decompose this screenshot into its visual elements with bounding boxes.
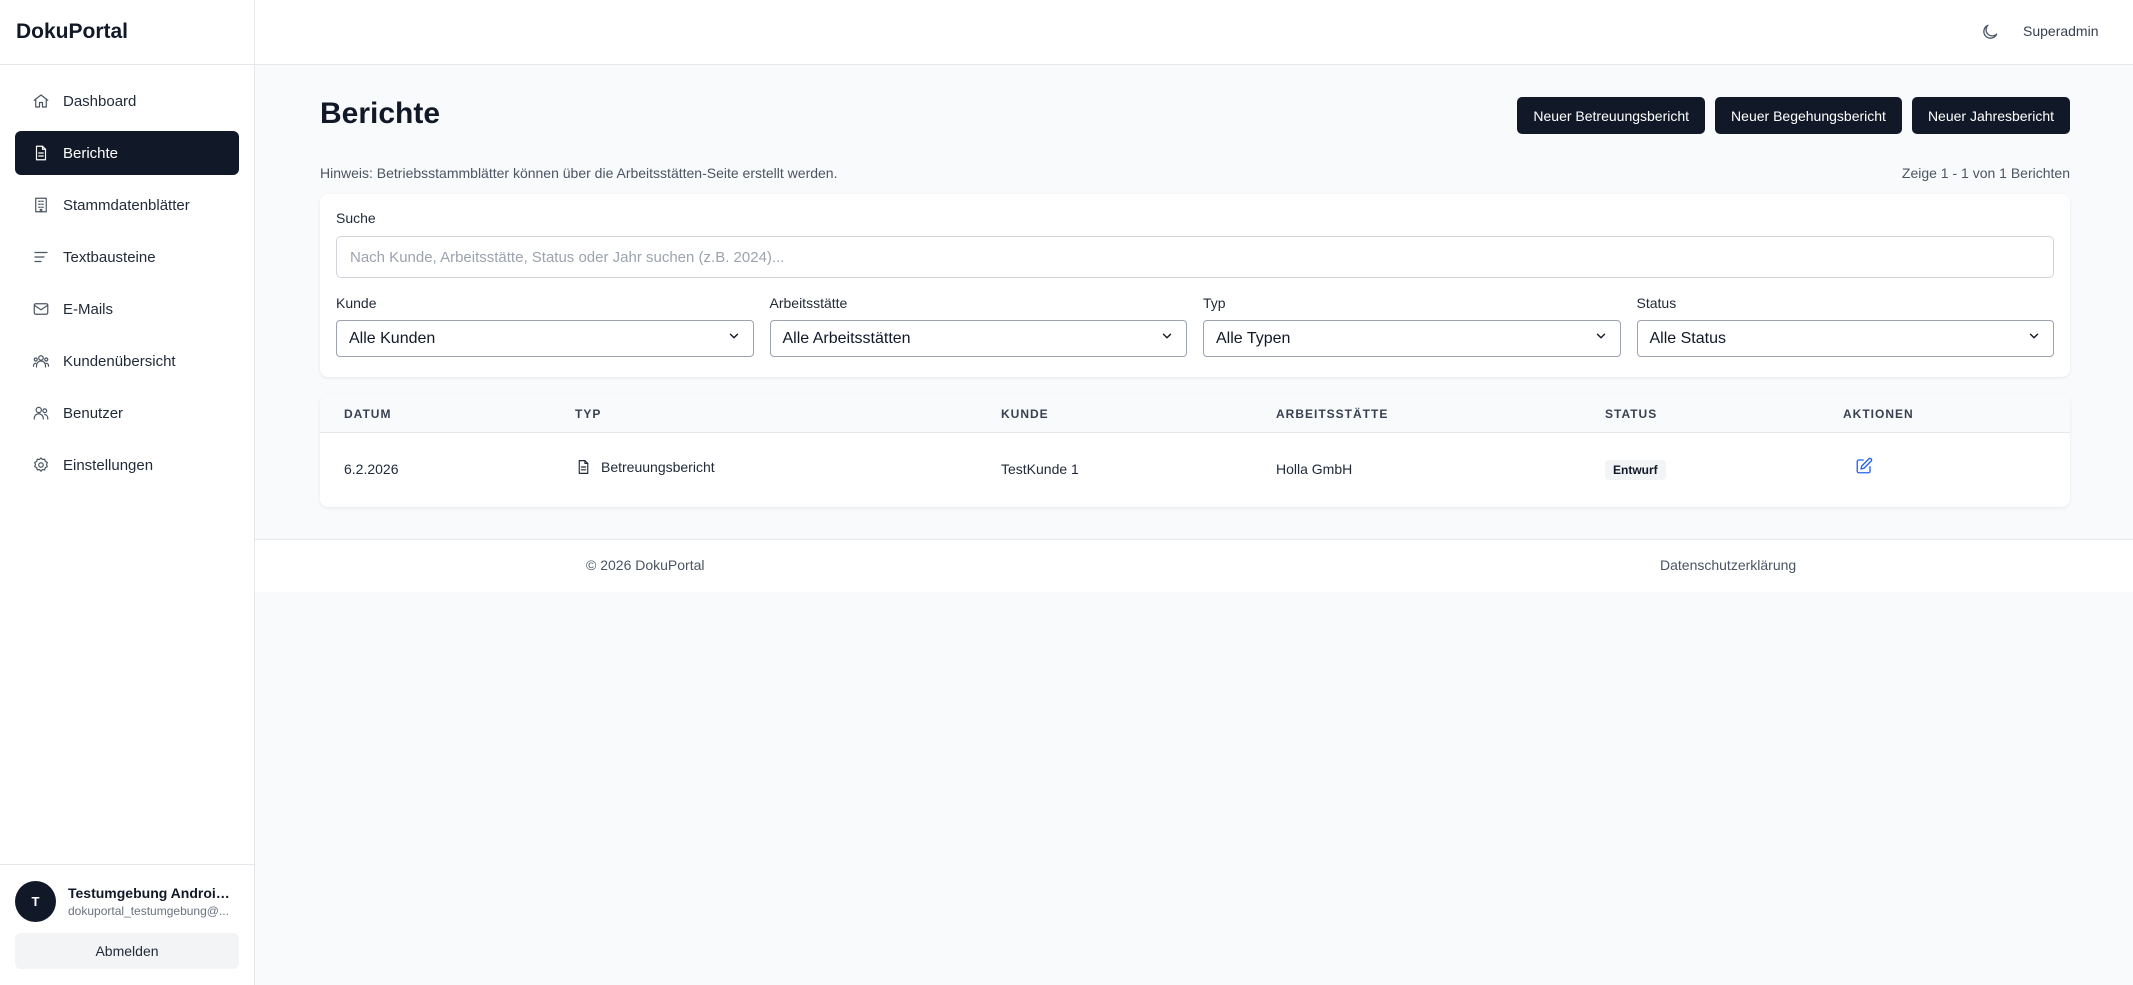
action-buttons: Neuer Betreuungsbericht Neuer Begehungsb… [1517, 97, 2070, 134]
sidebar-item-berichte[interactable]: Berichte [15, 131, 239, 175]
column-header-status[interactable]: STATUS [1605, 407, 1657, 421]
select-value: Alle Arbeitsstätten [782, 329, 911, 347]
user-email: dokuportal_testumgebung@... [68, 903, 229, 918]
footer: © 2026 DokuPortal Datenschutzerklärung [255, 539, 2133, 592]
new-annual-report-button[interactable]: Neuer Jahresbericht [1911, 97, 2070, 134]
cell-workplace: Holla GmbH [1276, 461, 1353, 477]
mail-icon [32, 300, 50, 318]
column-header-date[interactable]: DATUM [344, 407, 391, 421]
workplace-select[interactable]: Alle Arbeitsstätten [769, 320, 1187, 357]
sidebar-item-stammdatenblaetter[interactable]: Stammdatenblätter [15, 183, 239, 227]
sidebar: DokuPortal Dashboard Berichte Stammdaten… [0, 0, 255, 985]
sidebar-item-label: Berichte [63, 144, 119, 162]
chevron-down-icon [2027, 329, 2041, 348]
edit-icon[interactable] [1855, 457, 1873, 475]
filter-label: Status [1636, 295, 1677, 311]
status-select[interactable]: Alle Status [1636, 320, 2054, 357]
logout-button[interactable]: Abmelden [15, 933, 239, 969]
page-title: Berichte [320, 97, 441, 130]
brand-logo[interactable]: DokuPortal [0, 0, 254, 65]
result-count: Zeige 1 - 1 von 1 Berichten [1901, 165, 2070, 181]
sidebar-item-dashboard[interactable]: Dashboard [15, 79, 239, 123]
cell-date: 6.2.2026 [344, 461, 399, 477]
sidebar-item-label: Stammdatenblätter [63, 196, 190, 214]
chevron-down-icon [1594, 329, 1608, 348]
filter-customer: Kunde Alle Kunden [336, 295, 754, 357]
moon-icon[interactable] [1980, 22, 2000, 42]
filter-workplace: Arbeitsstätte Alle Arbeitsstätten [769, 295, 1187, 357]
sidebar-item-kundenuebersicht[interactable]: Kundenübersicht [15, 339, 239, 383]
search-label: Suche [336, 210, 376, 226]
privacy-link[interactable]: Datenschutzerklärung [1660, 557, 1796, 573]
reports-table: DATUM TYP KUNDE ARBEITSSTÄTTE STATUS AKT… [320, 394, 2070, 507]
avatar: T [15, 880, 56, 922]
page-header: Berichte Neuer Betreuungsbericht Neuer B… [320, 65, 2070, 165]
cell-type-label: Betreuungsbericht [601, 459, 715, 475]
status-badge: Entwurf [1605, 460, 1666, 480]
main-content: Berichte Neuer Betreuungsbericht Neuer B… [320, 65, 2070, 507]
user-name: Testumgebung Androidi... [68, 884, 238, 901]
user-role[interactable]: Superadmin [2023, 23, 2099, 39]
sidebar-item-label: E-Mails [63, 300, 114, 318]
sidebar-item-label: Einstellungen [63, 456, 154, 474]
copyright: © 2026 DokuPortal [586, 557, 705, 573]
filter-label: Kunde [336, 295, 377, 311]
user-profile: T Testumgebung Androidi... dokuportal_te… [15, 879, 240, 923]
chevron-down-icon [1160, 329, 1174, 348]
filter-panel: Suche Kunde Alle Kunden Arbeitsstätte Al… [320, 194, 2070, 377]
sidebar-item-textbausteine[interactable]: Textbausteine [15, 235, 239, 279]
building-icon [32, 196, 50, 214]
sidebar-item-label: Textbausteine [63, 248, 156, 266]
select-value: Alle Typen [1216, 329, 1291, 347]
table-row[interactable]: 6.2.2026 Betreuungsbericht TestKunde 1 H… [320, 433, 2070, 506]
new-inspection-report-button[interactable]: Neuer Begehungsbericht [1715, 97, 1902, 134]
users-group-icon [32, 352, 50, 370]
filter-label: Arbeitsstätte [769, 295, 848, 311]
sidebar-item-emails[interactable]: E-Mails [15, 287, 239, 331]
cell-type: Betreuungsbericht [575, 458, 715, 476]
new-care-report-button[interactable]: Neuer Betreuungsbericht [1517, 97, 1706, 134]
column-header-actions: AKTIONEN [1843, 407, 1914, 421]
cell-customer: TestKunde 1 [1001, 461, 1079, 477]
info-row: Hinweis: Betriebsstammblätter können übe… [320, 165, 2070, 193]
user-info: Testumgebung Androidi... dokuportal_test… [68, 885, 238, 918]
user-panel: T Testumgebung Androidi... dokuportal_te… [0, 864, 255, 985]
user-icon [32, 404, 50, 422]
top-bar: Superadmin [255, 0, 2133, 65]
type-select[interactable]: Alle Typen [1203, 320, 1621, 357]
hint-text: Hinweis: Betriebsstammblätter können übe… [320, 165, 838, 181]
text-lines-icon [32, 248, 50, 266]
column-header-type[interactable]: TYP [575, 407, 601, 421]
document-icon [578, 460, 589, 474]
document-icon [32, 144, 50, 162]
filter-row: Kunde Alle Kunden Arbeitsstätte Alle Arb… [336, 295, 2054, 357]
sidebar-item-label: Benutzer [63, 404, 124, 422]
filter-status: Status Alle Status [1636, 295, 2054, 357]
sidebar-item-einstellungen[interactable]: Einstellungen [15, 443, 239, 487]
sidebar-item-benutzer[interactable]: Benutzer [15, 391, 239, 435]
sidebar-item-label: Kundenübersicht [63, 352, 176, 370]
customer-select[interactable]: Alle Kunden [336, 320, 754, 357]
filter-label: Typ [1203, 295, 1226, 311]
table-header: DATUM TYP KUNDE ARBEITSSTÄTTE STATUS AKT… [320, 394, 2070, 433]
filter-type: Typ Alle Typen [1203, 295, 1621, 357]
sidebar-item-label: Dashboard [63, 92, 137, 110]
column-header-workplace[interactable]: ARBEITSSTÄTTE [1276, 407, 1388, 421]
sidebar-nav: Dashboard Berichte Stammdatenblätter Tex… [0, 65, 254, 487]
select-value: Alle Kunden [349, 329, 436, 347]
gear-icon [32, 456, 50, 474]
home-icon [32, 92, 50, 110]
search-input[interactable] [336, 236, 2054, 278]
column-header-customer[interactable]: KUNDE [1001, 407, 1049, 421]
select-value: Alle Status [1649, 329, 1726, 347]
chevron-down-icon [727, 329, 741, 348]
